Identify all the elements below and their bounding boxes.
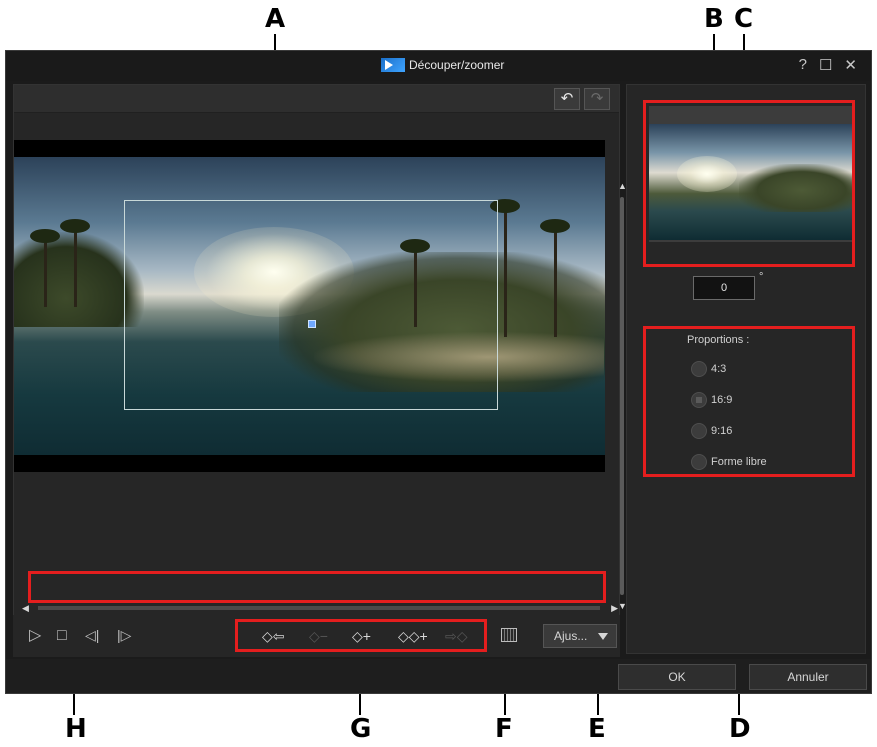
callout-box-h bbox=[28, 571, 606, 603]
app-logo-icon bbox=[381, 58, 405, 72]
scroll-right-icon[interactable]: ▶ bbox=[611, 603, 618, 614]
scroll-left-icon[interactable]: ◀ bbox=[22, 603, 29, 614]
callout-b: B bbox=[704, 4, 724, 34]
callout-d: D bbox=[729, 714, 751, 744]
palm-tree bbox=[490, 199, 520, 337]
ok-button[interactable]: OK bbox=[618, 664, 736, 690]
previous-frame-button[interactable]: ◁| bbox=[85, 628, 99, 642]
maximize-button[interactable]: ☐ bbox=[819, 56, 832, 74]
window-title-text: Découper/zoomer bbox=[409, 58, 505, 72]
editor-toolbar: ↶ ↷ bbox=[14, 85, 619, 113]
crop-frame[interactable] bbox=[124, 200, 498, 410]
palm-tree bbox=[540, 219, 570, 337]
chevron-down-icon bbox=[598, 633, 608, 640]
callout-box-c bbox=[643, 100, 855, 267]
help-button[interactable]: ? bbox=[799, 56, 807, 74]
palm-tree bbox=[30, 229, 60, 307]
vertical-scroll-track[interactable] bbox=[620, 197, 624, 595]
callout-e: E bbox=[588, 714, 606, 744]
palm-tree bbox=[60, 219, 90, 307]
callout-f: F bbox=[495, 714, 513, 744]
rotation-angle-input[interactable]: 0 bbox=[693, 276, 755, 300]
degree-unit: ° bbox=[759, 271, 764, 283]
undo-button[interactable]: ↶ bbox=[554, 88, 580, 110]
redo-button[interactable]: ↷ bbox=[584, 88, 610, 110]
frame-view-icon[interactable] bbox=[501, 628, 517, 642]
callout-g: G bbox=[350, 714, 372, 744]
next-frame-button[interactable]: |▷ bbox=[117, 628, 131, 642]
window-title: Découper/zoomer bbox=[381, 58, 504, 72]
dialog-footer: OK Annuler bbox=[6, 659, 871, 693]
callout-c: C bbox=[734, 4, 754, 34]
callout-box-g bbox=[235, 619, 487, 652]
crop-center-handle[interactable] bbox=[308, 320, 316, 328]
video-preview bbox=[14, 140, 605, 472]
callout-a: A bbox=[265, 4, 286, 34]
cancel-button[interactable]: Annuler bbox=[749, 664, 867, 690]
horizontal-scroll-track[interactable] bbox=[38, 606, 600, 610]
callout-box-d bbox=[643, 326, 855, 477]
adjust-dropdown[interactable]: Ajus... bbox=[543, 624, 617, 648]
title-bar: Découper/zoomer ? ☐ ✕ bbox=[6, 51, 871, 81]
stop-button[interactable]: □ bbox=[57, 628, 67, 644]
horizontal-scrollbar[interactable]: ◀ ▶ bbox=[22, 603, 618, 613]
preview-image bbox=[14, 157, 605, 455]
close-button[interactable]: ✕ bbox=[844, 56, 857, 74]
play-button[interactable]: ▷ bbox=[29, 628, 41, 644]
window-controls: ? ☐ ✕ bbox=[799, 56, 857, 74]
adjust-label: Ajus... bbox=[554, 629, 588, 643]
callout-h: H bbox=[65, 714, 87, 744]
vertical-scrollbar[interactable]: ▲ ▼ bbox=[618, 181, 627, 611]
